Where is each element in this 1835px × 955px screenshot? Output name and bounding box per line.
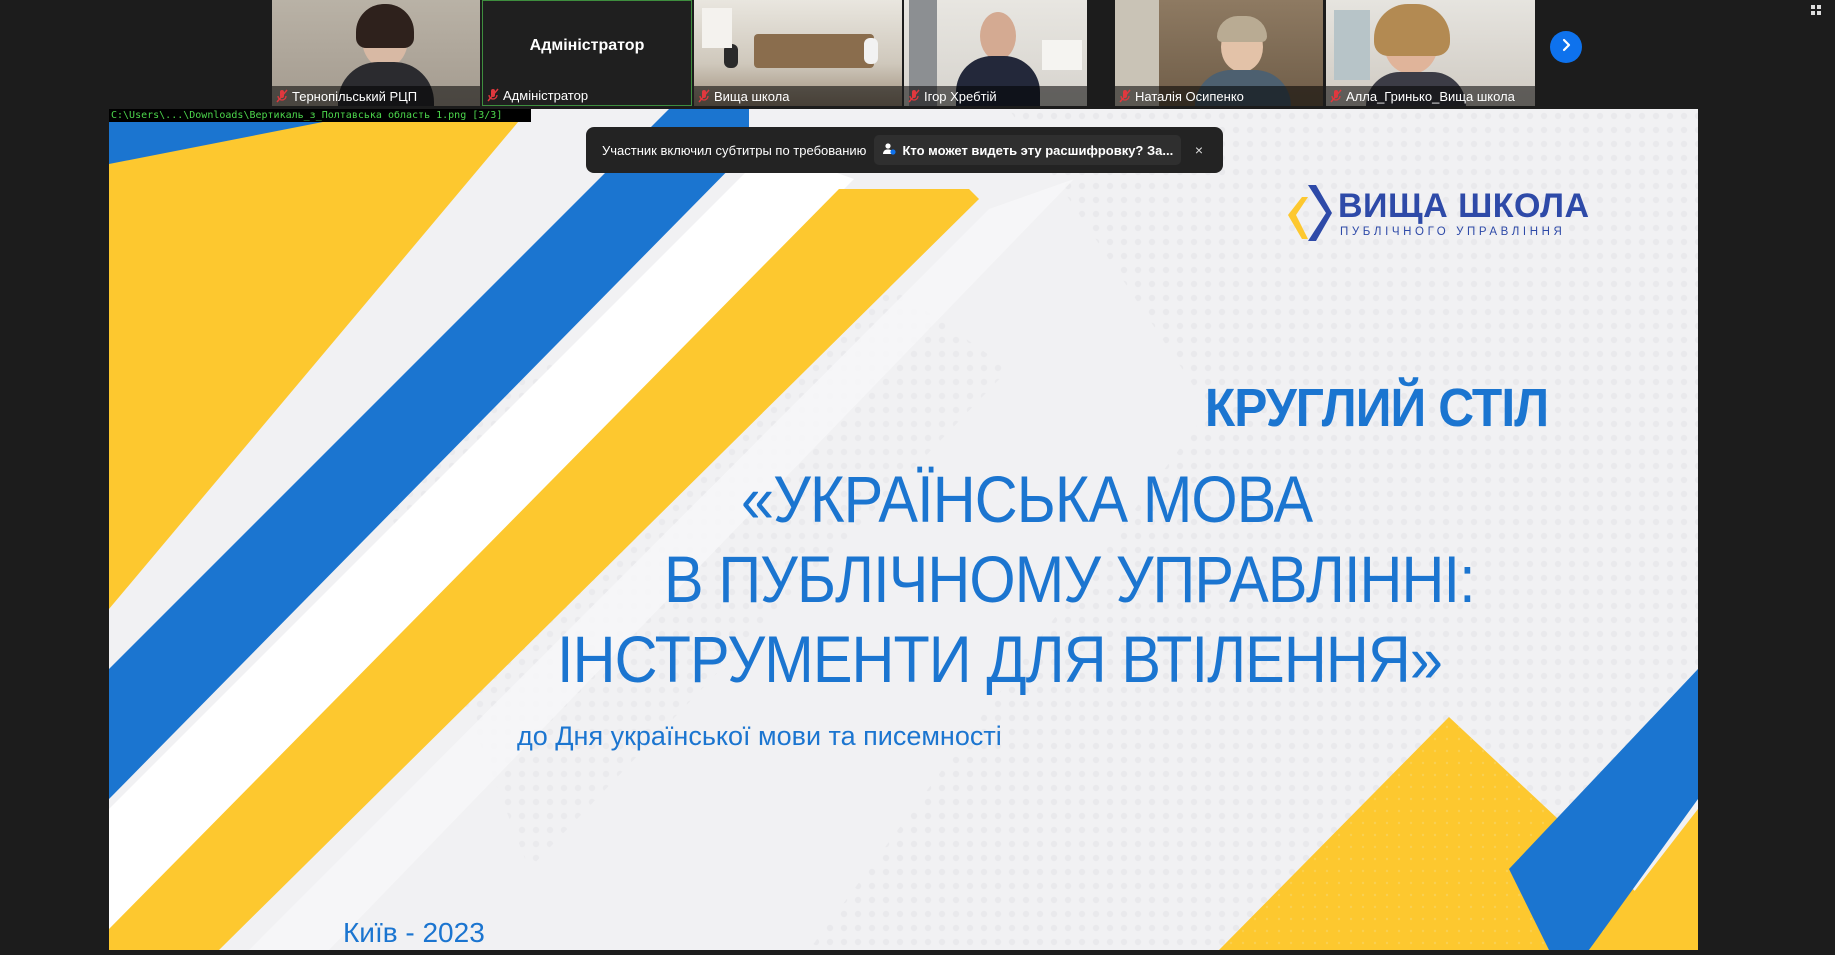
participant-name: Ігор Хребтій	[924, 88, 997, 104]
participant-name: Тернопільський РЦП	[292, 88, 418, 104]
close-icon[interactable]: ×	[1189, 140, 1209, 160]
shared-screen-slide: ВИЩА ШКОЛА ПУБЛІЧНОГО УПРАВЛІННЯ КРУГЛИЙ…	[109, 109, 1698, 950]
participant-name: Вища школа	[714, 88, 790, 104]
gallery-view-icon[interactable]	[1811, 2, 1821, 15]
participant-tile[interactable]: Ігор Хребтій	[904, 0, 1087, 106]
people-icon	[882, 142, 897, 159]
participant-name-bar: Адміністратор	[483, 85, 691, 105]
chevron-right-icon	[1558, 37, 1574, 58]
transcript-visibility-label: Кто может видеть эту расшифровку? За...	[902, 142, 1174, 158]
participant-tile[interactable]: Алла_Гринько_Вища школа	[1326, 0, 1535, 106]
next-page-button[interactable]	[1550, 31, 1582, 63]
muted-mic-icon	[487, 88, 499, 102]
slide-subtitle: до Дня української мови та писемності	[517, 721, 1002, 751]
participant-name-bar: Вища школа	[694, 86, 902, 106]
participant-name-bar: Наталія Осипенко	[1115, 86, 1323, 106]
logo-chevron-icon	[1288, 185, 1332, 241]
participant-name-bar: Тернопільський РЦП	[272, 86, 480, 106]
muted-mic-icon	[908, 89, 920, 103]
slide-place-date: Київ - 2023	[343, 917, 485, 948]
muted-mic-icon	[1119, 89, 1131, 103]
file-path-overlay: C:\Users\...\Downloads\Вертикаль_з_Полта…	[109, 109, 531, 122]
captions-message: Участник включил субтитры по требованию	[602, 142, 867, 158]
participant-center-label: Адміністратор	[529, 37, 645, 54]
slide-kicker: КРУГЛИЙ СТІЛ	[1204, 378, 1549, 438]
organization-logo: ВИЩА ШКОЛА ПУБЛІЧНОГО УПРАВЛІННЯ	[1284, 181, 1589, 251]
muted-mic-icon	[276, 89, 288, 103]
slide-title-line: «УКРАЇНСЬКА МОВА	[741, 462, 1313, 536]
participant-tile[interactable]: Адміністратор Адміністратор	[482, 0, 692, 106]
muted-mic-icon	[1330, 89, 1342, 103]
participant-tile[interactable]: Вища школа	[694, 0, 902, 106]
participant-name-bar: Ігор Хребтій	[904, 86, 1087, 106]
participant-name: Наталія Осипенко	[1135, 88, 1244, 104]
logo-title: ВИЩА ШКОЛА	[1338, 187, 1590, 225]
muted-mic-icon	[698, 89, 710, 103]
logo-subtitle: ПУБЛІЧНОГО УПРАВЛІННЯ	[1340, 226, 1566, 238]
participant-name-bar: Алла_Гринько_Вища школа	[1326, 86, 1535, 106]
participant-strip: Тернопільський РЦП Адміністратор Адмініс…	[0, 0, 1835, 107]
slide-title-line: ІНСТРУМЕНТИ ДЛЯ ВТІЛЕННЯ»	[557, 622, 1443, 696]
participant-name: Алла_Гринько_Вища школа	[1346, 88, 1515, 104]
transcript-visibility-link[interactable]: Кто может видеть эту расшифровку? За...	[874, 135, 1182, 165]
captions-notification: Участник включил субтитры по требованию …	[586, 127, 1223, 173]
participant-tile[interactable]: Наталія Осипенко	[1115, 0, 1323, 106]
slide-title-line: В ПУБЛІЧНОМУ УПРАВЛІННІ:	[664, 542, 1476, 616]
participant-name: Адміністратор	[503, 87, 589, 103]
participant-tile[interactable]: Тернопільський РЦП	[272, 0, 480, 106]
